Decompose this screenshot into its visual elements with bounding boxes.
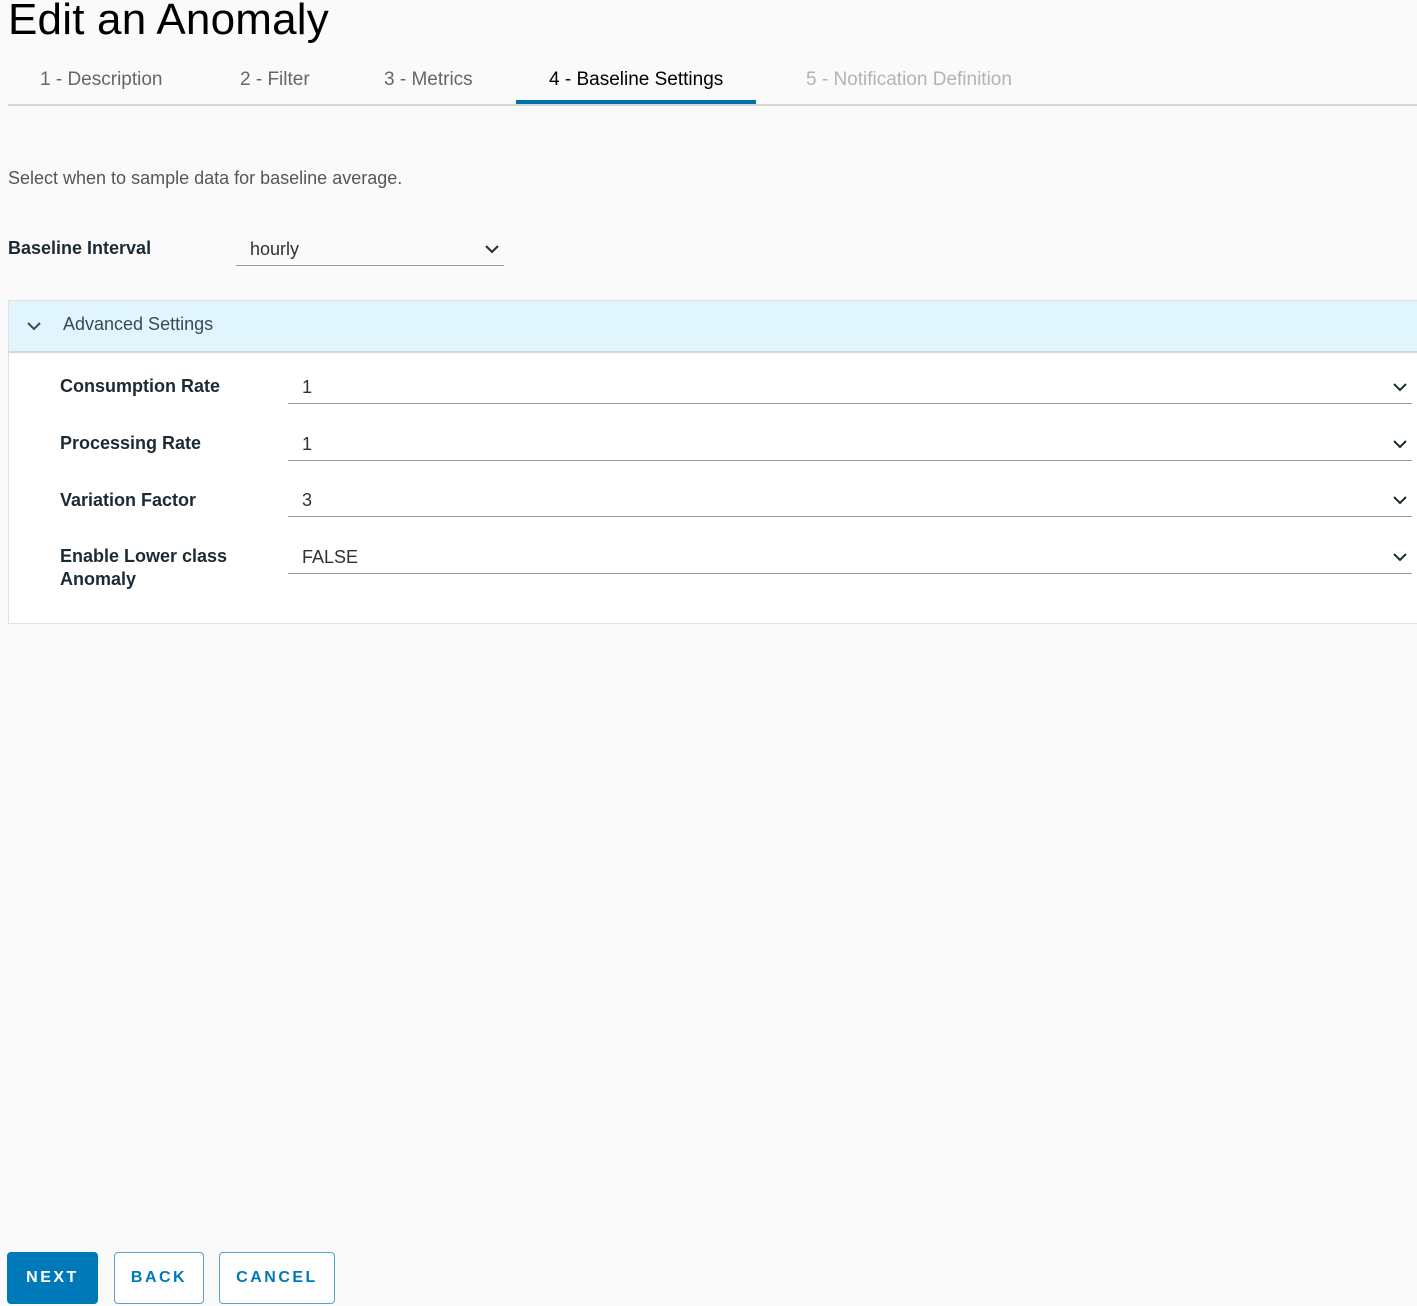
variation-factor-label: Variation Factor — [60, 490, 197, 510]
advanced-settings-label: Advanced Settings — [63, 314, 214, 334]
baseline-interval-value: hourly — [250, 239, 300, 259]
processing-rate-select[interactable]: 1 — [288, 432, 1412, 461]
cancel-button[interactable]: CANCEL — [219, 1252, 335, 1304]
baseline-instruction: Select when to sample data for baseline … — [8, 168, 403, 188]
chevron-down-icon — [1393, 496, 1407, 505]
consumption-rate-select[interactable]: 1 — [288, 375, 1412, 404]
baseline-interval-select[interactable]: hourly — [236, 237, 504, 266]
tab-metrics[interactable]: 3 - Metrics — [384, 58, 473, 102]
tab-notification-definition: 5 - Notification Definition — [806, 69, 1012, 90]
processing-rate-value: 1 — [302, 434, 313, 454]
chevron-down-icon — [1393, 383, 1407, 392]
enable-lower-class-anomaly-select[interactable]: FALSE — [288, 545, 1412, 574]
wizard-tabs: 1 - Description 2 - Filter 3 - Metrics 4… — [8, 58, 1417, 106]
enable-lower-class-anomaly-label: Enable Lower class Anomaly — [60, 546, 228, 589]
tab-filter[interactable]: 2 - Filter — [240, 58, 310, 102]
chevron-down-icon — [1393, 440, 1407, 449]
consumption-rate-label: Consumption Rate — [60, 376, 220, 396]
chevron-down-icon — [1393, 553, 1407, 562]
chevron-down-icon — [27, 322, 41, 331]
processing-rate-label: Processing Rate — [60, 433, 202, 453]
tab-baseline-settings[interactable]: 4 - Baseline Settings — [516, 58, 757, 104]
back-button[interactable]: BACK — [114, 1252, 204, 1304]
chevron-down-icon — [485, 245, 499, 254]
variation-factor-value: 3 — [302, 490, 313, 510]
tab-description[interactable]: 1 - Description — [40, 58, 163, 102]
next-button[interactable]: NEXT — [7, 1252, 98, 1304]
page-title: Edit an Anomaly — [8, 0, 329, 44]
consumption-rate-value: 1 — [302, 377, 313, 397]
advanced-settings-panel: Advanced Settings Consumption Rate 1 Pro… — [8, 300, 1417, 624]
enable-lower-class-anomaly-value: FALSE — [302, 547, 359, 567]
variation-factor-select[interactable]: 3 — [288, 488, 1412, 517]
advanced-settings-toggle[interactable]: Advanced Settings — [9, 301, 1417, 353]
baseline-interval-label: Baseline Interval — [8, 238, 152, 258]
